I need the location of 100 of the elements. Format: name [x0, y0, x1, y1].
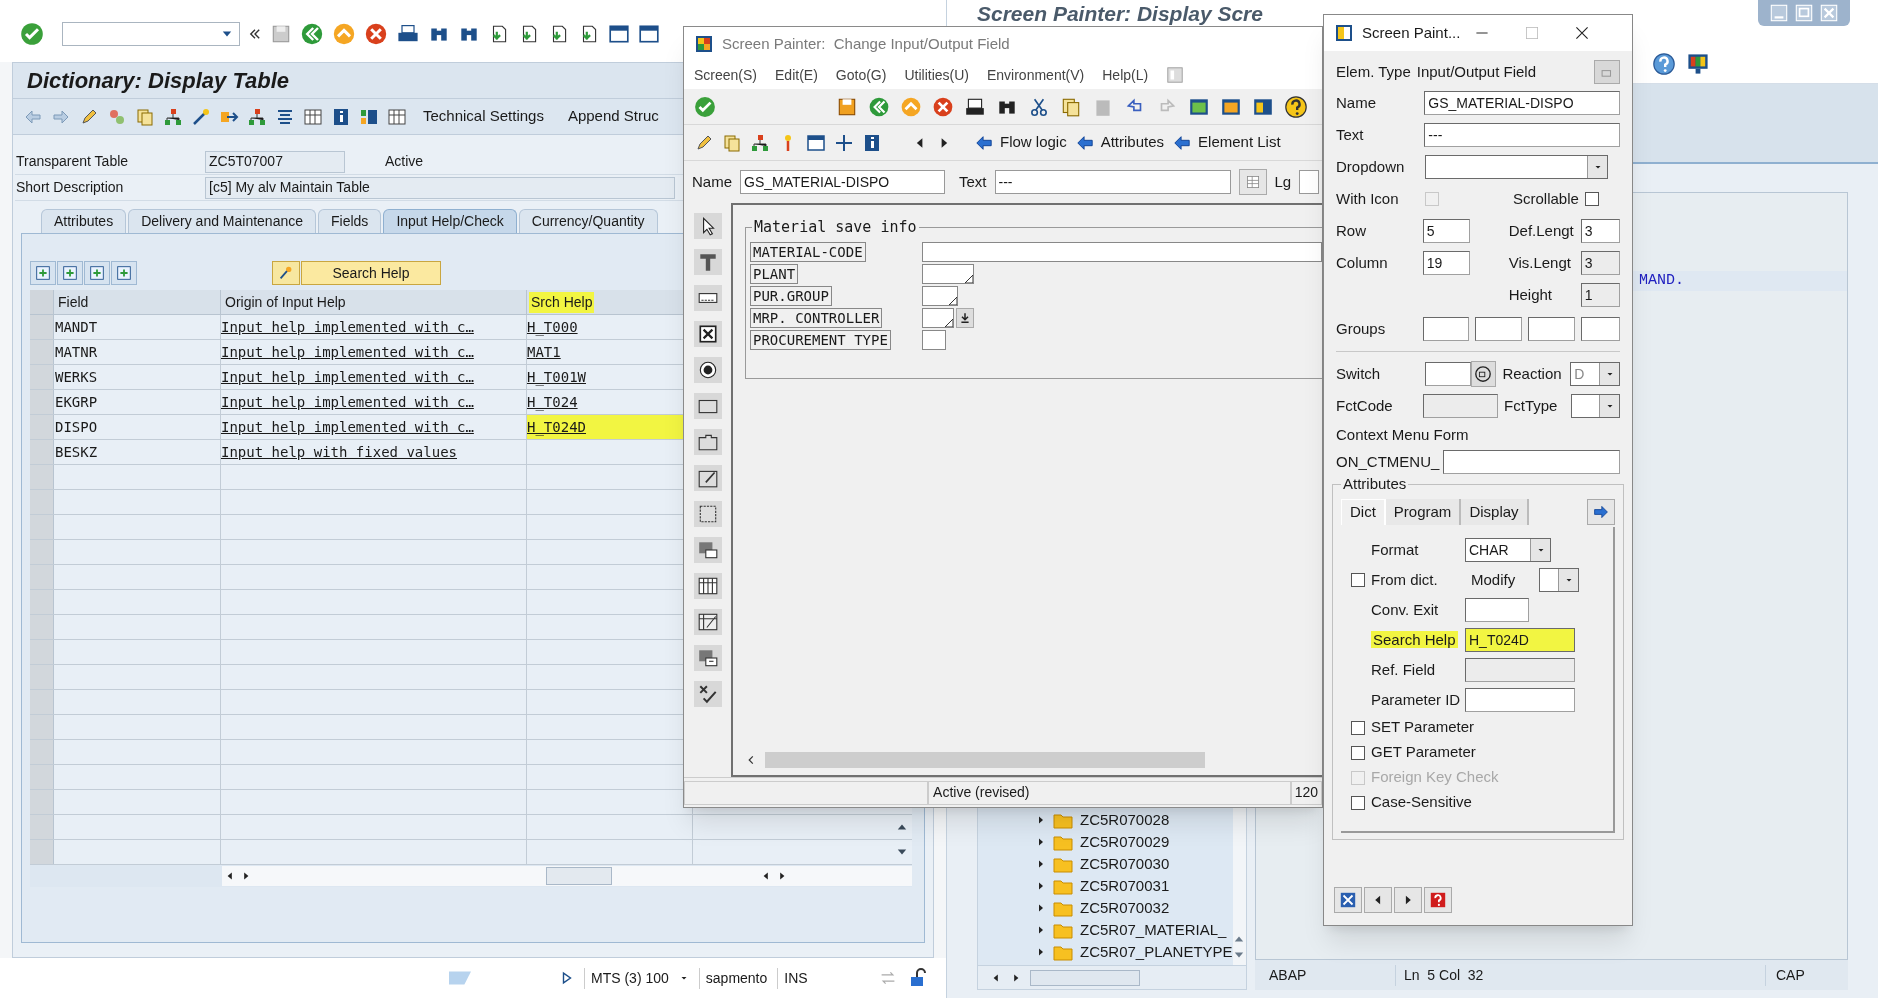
dropdown-value: D [1574, 364, 1585, 384]
def-length-field[interactable]: 3 [1580, 219, 1620, 243]
menu-item[interactable]: Help(L) [1102, 64, 1149, 86]
name-field[interactable]: GS_MATERIAL-DISPO [740, 170, 945, 194]
field-label: Parameter ID [1371, 691, 1461, 708]
status-number: 120 [1290, 780, 1322, 805]
window-title: Screen Painter: Display Scre [977, 1, 1263, 26]
table-cell-text: DISPO [54, 417, 98, 437]
tab[interactable]: Attributes [41, 209, 127, 233]
menu-item[interactable]: Goto(G) [835, 64, 887, 86]
table-cell-text: MANDT [54, 317, 98, 337]
field-value: [c5] My alv Maintain Table [205, 176, 675, 199]
search-help-field[interactable]: H_T024D [1465, 628, 1575, 652]
tree-node[interactable]: ZC5R070032 [978, 897, 1233, 919]
table-link[interactable]: H_T024D [527, 416, 586, 438]
tree-node[interactable]: ZC5R07_MATERIAL_ [978, 919, 1233, 941]
tab[interactable]: Dict [1341, 499, 1386, 525]
page-title: Dictionary: Display Table [27, 67, 290, 95]
table-link[interactable]: H_T001W [527, 366, 586, 388]
screen-text-label: PUR.GROUP [750, 286, 832, 306]
text-field[interactable]: --- [994, 170, 1231, 194]
table-cell-text: MATNR [54, 342, 98, 362]
window-title: Screen Painter: Change Input/Output Field [722, 33, 1010, 54]
field-label: Transparent Table [15, 152, 130, 171]
menu-item[interactable]: Screen(S) [694, 64, 758, 86]
field-label: From dict. [1371, 569, 1439, 590]
dropdown-field[interactable]: D [1570, 362, 1620, 386]
tree-node-label[interactable]: ZC5R07_PLANETYPE [1080, 940, 1233, 964]
tab[interactable]: Currency/Quantity [518, 209, 658, 233]
field-label: SET Parameter [1371, 717, 1475, 738]
field-label: GET Parameter [1371, 742, 1476, 763]
status-mode: INS [777, 967, 808, 989]
field-value: ZC5T07007 [205, 150, 345, 173]
tab[interactable]: Fields [318, 209, 382, 233]
column-header: Field [57, 292, 90, 312]
field-label: Def.Lengt [1508, 222, 1574, 239]
table-link[interactable]: Input help implemented with c… [221, 366, 474, 388]
table-link[interactable]: Input help implemented with c… [221, 341, 474, 363]
search-help-button[interactable]: Search Help [301, 261, 441, 285]
field-label: Reaction [1502, 363, 1563, 384]
tab[interactable]: Program [1385, 499, 1462, 525]
tree-node[interactable]: ZC5R070029 [978, 831, 1233, 853]
table-link[interactable]: Input help with fixed values [221, 441, 457, 463]
tree-node-label[interactable]: ZC5R070029 [1080, 830, 1170, 854]
table-link[interactable]: MAT1 [527, 341, 561, 363]
field-label: Foreign Key Check [1371, 767, 1499, 788]
table-link[interactable]: H_T000 [527, 316, 578, 338]
field-label: Row [1336, 222, 1366, 239]
toolbar-button[interactable]: Append Struc [559, 102, 667, 131]
tree-node[interactable]: ZC5R070028 [978, 809, 1233, 831]
field-label: Modify [1471, 569, 1517, 590]
field-label: Height [1508, 286, 1552, 303]
status-system[interactable]: MTS (3) 100 [584, 967, 669, 989]
column-header: Srch Help [529, 291, 595, 313]
status-server: sapmento [698, 967, 768, 989]
field-label: Name [692, 171, 732, 192]
status-text: Active [385, 152, 424, 171]
tree-node[interactable]: ZC5R07_PLANETYPE [978, 941, 1233, 963]
vis-length-field[interactable]: 3 [1580, 251, 1620, 275]
window-title: Screen Paint... [1362, 22, 1462, 43]
row-field[interactable]: 5 [1422, 219, 1470, 243]
nav-button[interactable]: Flow logic [974, 131, 1067, 154]
status-language: ABAP [1268, 965, 1308, 985]
tree-node-label[interactable]: ZC5R070032 [1080, 896, 1170, 920]
tab[interactable]: Display [1461, 499, 1529, 525]
tab[interactable]: Delivery and Maintenance [128, 209, 316, 233]
tab[interactable]: Input Help/Check [383, 209, 517, 233]
tree-node-label[interactable]: ZC5R070028 [1080, 808, 1170, 832]
table-link[interactable]: Input help implemented with c… [221, 316, 474, 338]
table-cell-text: EKGRP [54, 392, 98, 412]
field-label: Switch [1336, 365, 1381, 382]
screen-text-label: PLANT [750, 264, 799, 284]
table-link[interactable]: Input help implemented with c… [221, 391, 474, 413]
nav-button[interactable]: Attributes [1074, 131, 1165, 154]
screen-text-label: MATERIAL-CODE [750, 242, 866, 262]
field-label: Context Menu Form [1336, 424, 1469, 445]
menu-item[interactable]: Edit(E) [775, 64, 818, 86]
menu-item[interactable]: Environment(V) [986, 64, 1085, 86]
column-field[interactable]: 19 [1422, 251, 1470, 275]
element-type-value: Input/Output Field [1416, 61, 1536, 82]
field-label: With Icon [1336, 190, 1399, 207]
table-link[interactable]: H_T024 [527, 391, 578, 413]
table-link[interactable]: Input help implemented with c… [221, 416, 474, 438]
text-field[interactable]: --- [1424, 123, 1620, 147]
menu-item[interactable]: Utilities(U) [904, 64, 969, 86]
field-label: Column [1336, 254, 1388, 271]
height-field[interactable]: 1 [1580, 283, 1620, 307]
dropdown-field[interactable]: CHAR [1465, 538, 1551, 562]
tree-node-label[interactable]: ZC5R070031 [1080, 874, 1170, 898]
status-cursor-position: Ln 5 Col 32 [1395, 964, 1765, 986]
column-header: Origin of Input Help [224, 292, 347, 312]
field-label: Search Help [1371, 631, 1458, 648]
tree-node-label[interactable]: ZC5R07_MATERIAL_ [1080, 918, 1227, 942]
nav-button[interactable]: Element List [1172, 131, 1281, 154]
toolbar-button[interactable]: Technical Settings [415, 102, 552, 131]
field-label: Short Description [15, 178, 125, 197]
tree-node[interactable]: ZC5R070030 [978, 853, 1233, 875]
tree-node-label[interactable]: ZC5R070030 [1080, 852, 1170, 876]
tree-node[interactable]: ZC5R070031 [978, 875, 1233, 897]
name-field[interactable]: GS_MATERIAL-DISPO [1424, 91, 1620, 115]
